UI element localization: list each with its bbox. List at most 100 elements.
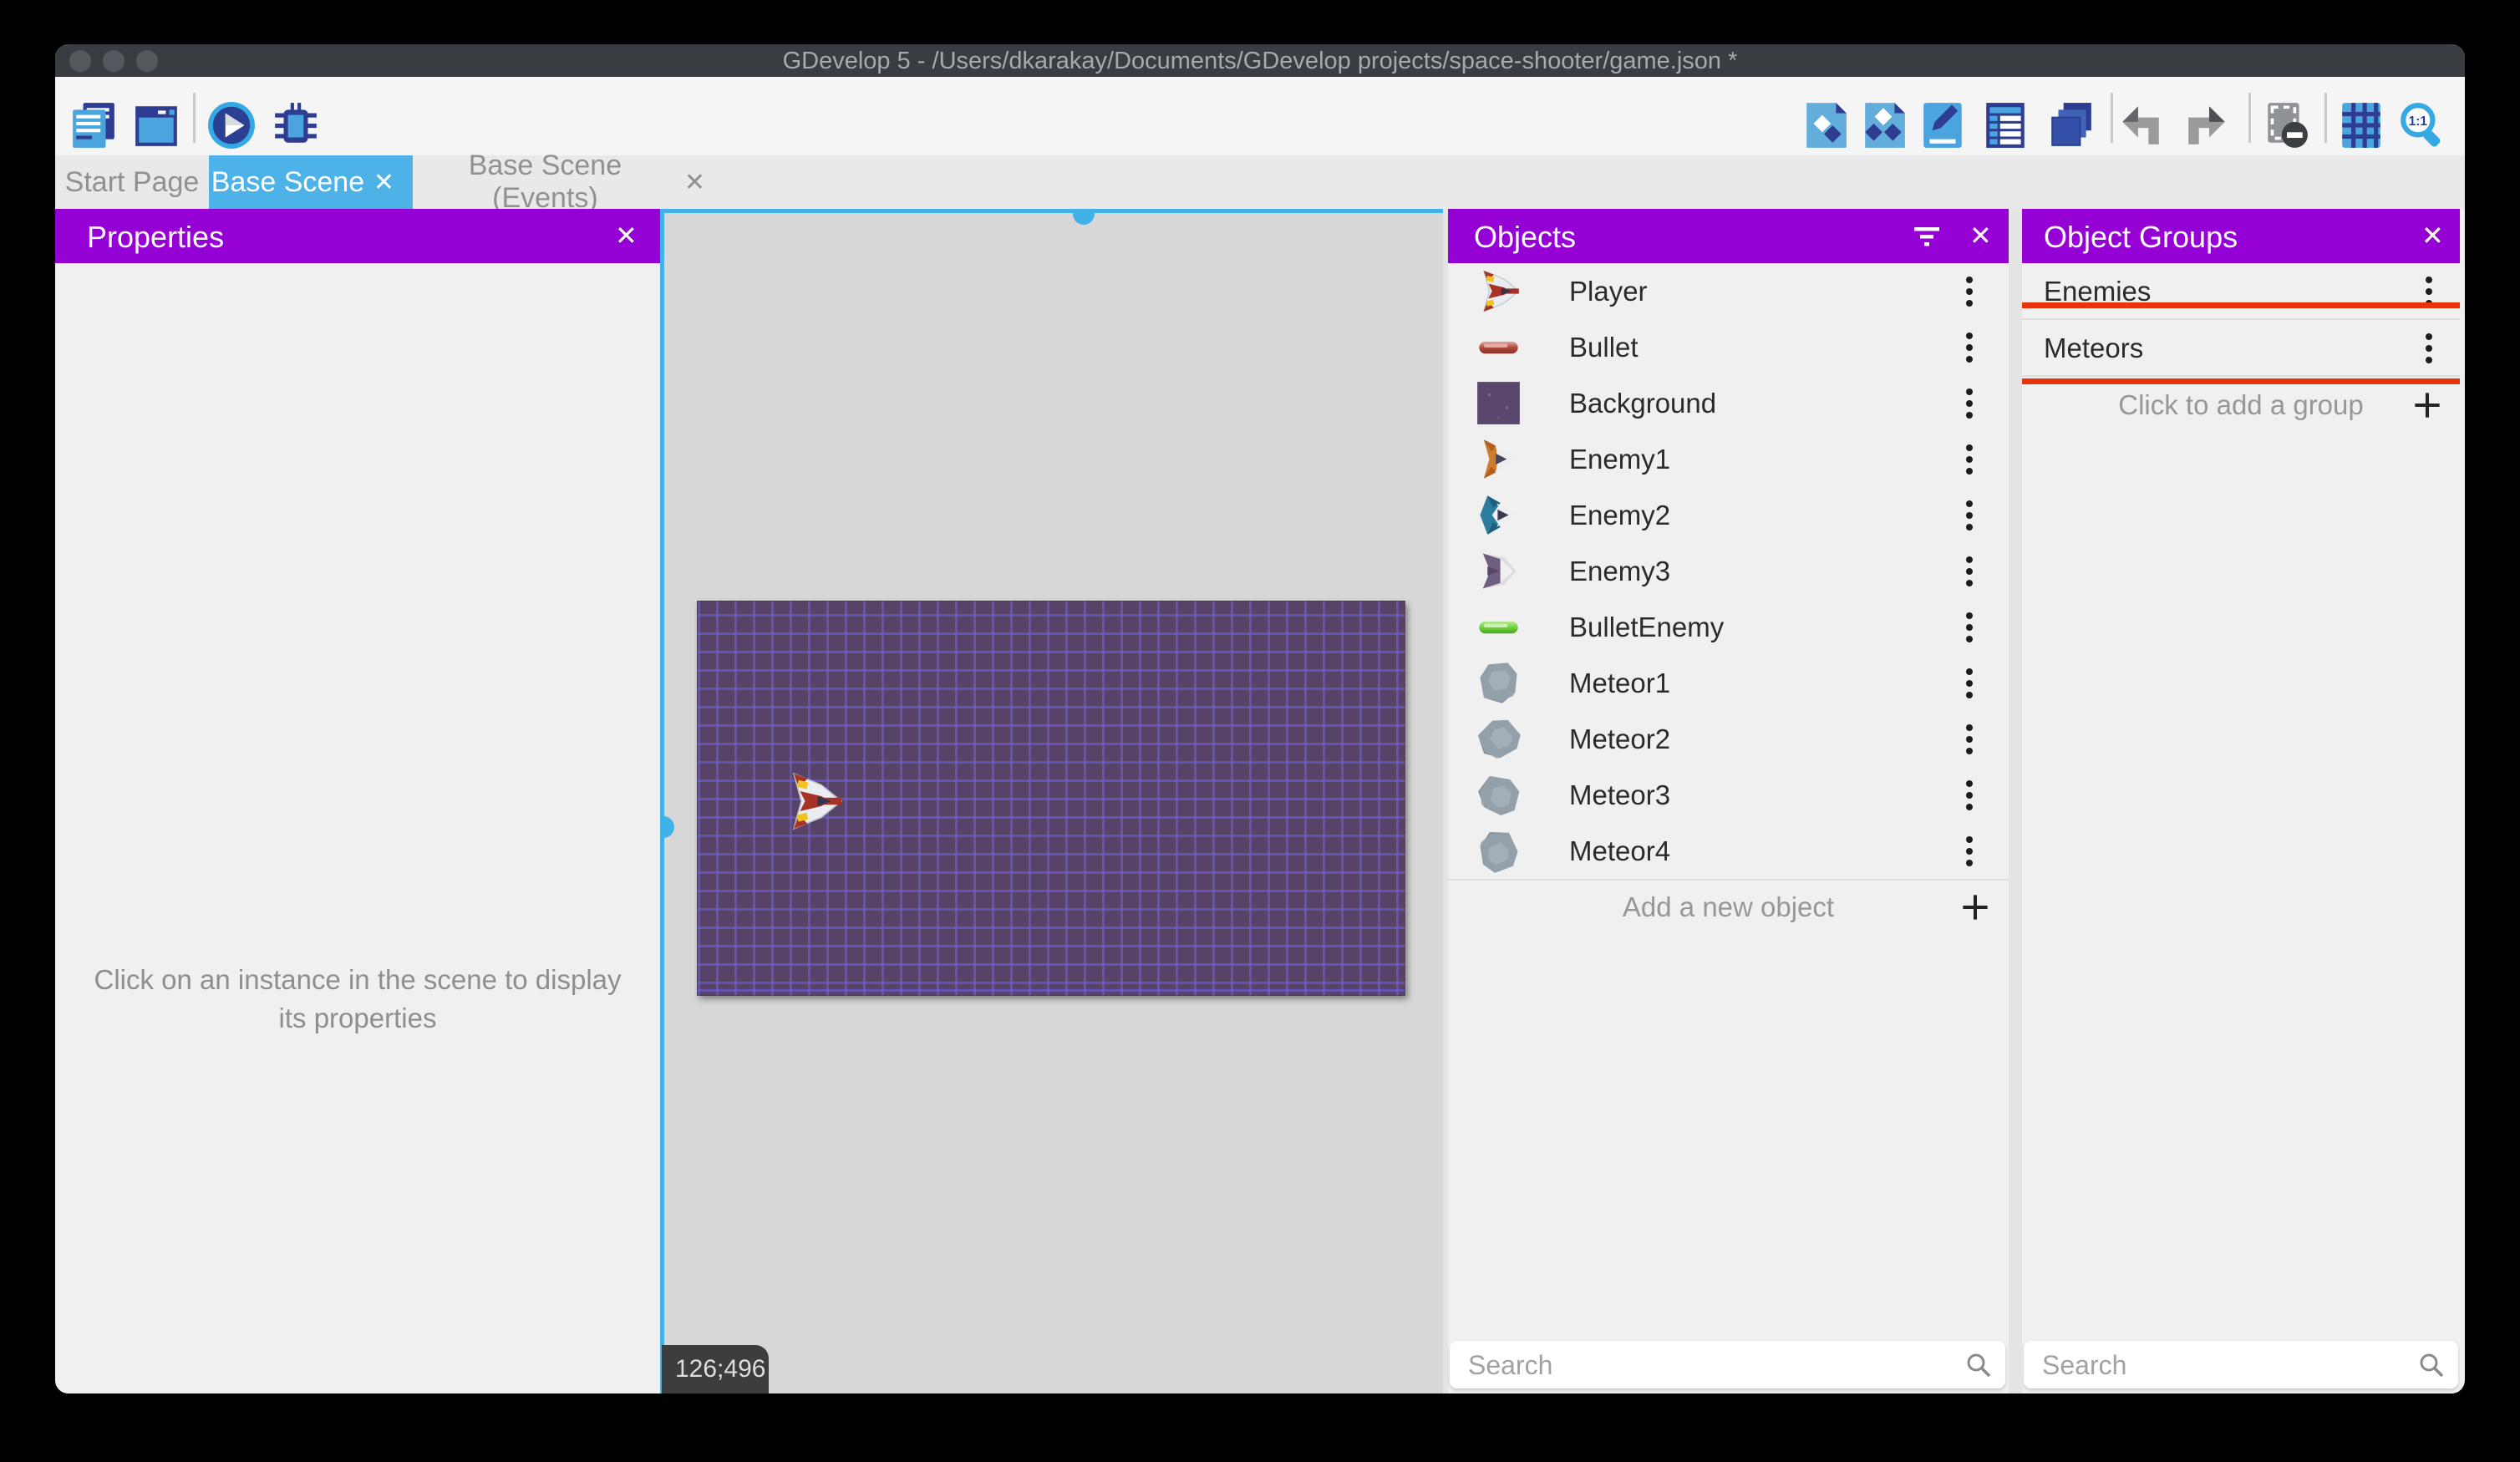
objects-search-input[interactable] [1466, 1341, 1914, 1390]
kebab-icon[interactable] [1964, 555, 1975, 588]
objects-search [1450, 1341, 2005, 1390]
plus-icon [2412, 390, 2442, 420]
objects-panel: Objects ✕ Player Bullet Background Enemy1 En… [1448, 209, 2009, 1393]
add-group-button[interactable]: Click to add a group [2022, 377, 2460, 433]
kebab-icon[interactable] [1964, 723, 1975, 756]
groups-search [2024, 1341, 2458, 1390]
instances-list-icon[interactable] [1860, 101, 1908, 150]
redo-icon[interactable] [2183, 101, 2232, 150]
tab-base-scene-events-[interactable]: Base Scene (Events) ✕ [413, 150, 724, 214]
toggle-grid-icon[interactable] [2337, 101, 2385, 150]
scene-canvas[interactable]: 126;496 [660, 209, 1443, 1393]
kebab-icon[interactable] [1964, 331, 1975, 364]
object-label: Enemy1 [1569, 444, 1671, 475]
svg-text:1:1: 1:1 [2409, 114, 2428, 129]
add-object-label: Add a new object [1622, 891, 1835, 922]
object-row-enemy1[interactable]: Enemy1 [1448, 431, 2009, 489]
undo-icon[interactable] [2116, 101, 2164, 150]
add-object-icon[interactable] [1801, 101, 1850, 150]
group-label: Enemies [2044, 276, 2152, 307]
object-row-bulletenemy[interactable]: BulletEnemy [1448, 599, 2009, 657]
object-label: Enemy2 [1569, 500, 1671, 530]
project-manager-icon[interactable] [69, 101, 118, 150]
panel-divider[interactable] [2009, 209, 2022, 1393]
toggle-mask-icon[interactable] [2261, 101, 2309, 150]
close-icon[interactable]: ✕ [2421, 209, 2444, 263]
gdevelop-window: GDevelop 5 - /Users/dkarakay/Documents/G… [55, 44, 2465, 1393]
object-row-player[interactable]: Player [1448, 263, 2009, 321]
object-groups-panel-header: Object Groups ✕ [2022, 209, 2460, 263]
enemy2-ship-icon [1476, 493, 1521, 537]
object-label: Meteor3 [1569, 779, 1671, 810]
toolbar-separator [2248, 93, 2251, 143]
kebab-icon[interactable] [2423, 275, 2435, 308]
object-label: BulletEnemy [1569, 612, 1725, 642]
toolbar-separator [193, 93, 196, 143]
tab-label: Start Page [64, 165, 200, 198]
close-tab-icon[interactable]: ✕ [373, 168, 394, 197]
layers-icon[interactable] [2046, 101, 2095, 150]
object-label: Meteor2 [1569, 723, 1671, 754]
scene-window-icon[interactable] [132, 101, 180, 150]
play-preview-icon[interactable] [207, 101, 256, 150]
kebab-icon[interactable] [1964, 499, 1975, 532]
kebab-icon[interactable] [1964, 387, 1975, 420]
object-row-background[interactable]: Background [1448, 375, 2009, 433]
title-bar: GDevelop 5 - /Users/dkarakay/Documents/G… [55, 44, 2465, 77]
toolbar-separator [2111, 93, 2113, 143]
object-row-enemy2[interactable]: Enemy2 [1448, 487, 2009, 545]
add-object-button[interactable]: Add a new object [1448, 879, 2009, 935]
tab-start-page[interactable]: Start Page [55, 155, 209, 209]
objects-panel-title: Objects [1474, 220, 1577, 254]
group-label: Meteors [2044, 333, 2144, 363]
group-row-enemies[interactable]: Enemies [2022, 263, 2460, 320]
object-label: Background [1569, 388, 1717, 419]
object-label: Meteor4 [1569, 835, 1671, 866]
close-icon[interactable]: ✕ [615, 209, 638, 263]
debug-icon[interactable] [272, 101, 320, 150]
properties-panel-header: Properties ✕ [55, 209, 660, 263]
resize-handle-left[interactable] [660, 816, 674, 838]
object-row-bullet[interactable]: Bullet [1448, 319, 2009, 377]
kebab-icon[interactable] [1964, 611, 1975, 644]
properties-panel-title: Properties [87, 220, 225, 254]
object-row-meteor3[interactable]: Meteor3 [1448, 767, 2009, 825]
object-groups-panel-title: Object Groups [2044, 220, 2238, 254]
resize-handle-top[interactable] [1073, 209, 1095, 225]
close-tab-icon[interactable]: ✕ [684, 168, 705, 197]
enemy3-ship-icon [1476, 549, 1521, 593]
edit-scene-icon[interactable] [1918, 101, 1967, 150]
object-label: Meteor1 [1569, 668, 1671, 698]
group-row-meteors[interactable]: Meteors [2022, 320, 2460, 377]
kebab-icon[interactable] [1964, 835, 1975, 868]
object-row-enemy3[interactable]: Enemy3 [1448, 543, 2009, 601]
kebab-icon[interactable] [1964, 779, 1975, 812]
kebab-icon[interactable] [1964, 667, 1975, 700]
object-row-meteor4[interactable]: Meteor4 [1448, 823, 2009, 881]
groups-search-input[interactable] [2040, 1341, 2391, 1390]
kebab-icon[interactable] [1964, 443, 1975, 476]
meteor-icon [1471, 767, 1527, 824]
game-window-top-edge [660, 209, 1443, 213]
kebab-icon[interactable] [2423, 332, 2435, 365]
search-icon[interactable] [1965, 1352, 1992, 1378]
properties-empty-message: Click on an instance in the scene to dis… [94, 964, 622, 1033]
toolbar-separator [2324, 93, 2327, 143]
objects-panel-header: Objects ✕ [1448, 209, 2009, 263]
object-row-meteor2[interactable]: Meteor2 [1448, 711, 2009, 769]
scene-properties-icon[interactable] [1981, 101, 2030, 150]
tab-label: Base Scene [211, 165, 365, 198]
object-label: Player [1569, 276, 1648, 307]
zoom-original-icon[interactable]: 1:1 [2397, 101, 2446, 150]
search-icon[interactable] [2418, 1352, 2445, 1378]
object-row-meteor1[interactable]: Meteor1 [1448, 655, 2009, 713]
kebab-icon[interactable] [1964, 275, 1975, 308]
player-ship-instance[interactable] [784, 763, 844, 840]
game-window-left-edge [660, 209, 664, 1393]
window-title: GDevelop 5 - /Users/dkarakay/Documents/G… [782, 48, 1738, 74]
add-group-label: Click to add a group [2118, 389, 2364, 420]
meteor-icon [1471, 824, 1526, 878]
filter-icon[interactable] [1913, 222, 1941, 251]
tab-base-scene[interactable]: Base Scene ✕ [209, 155, 413, 209]
close-icon[interactable]: ✕ [1969, 209, 1992, 263]
